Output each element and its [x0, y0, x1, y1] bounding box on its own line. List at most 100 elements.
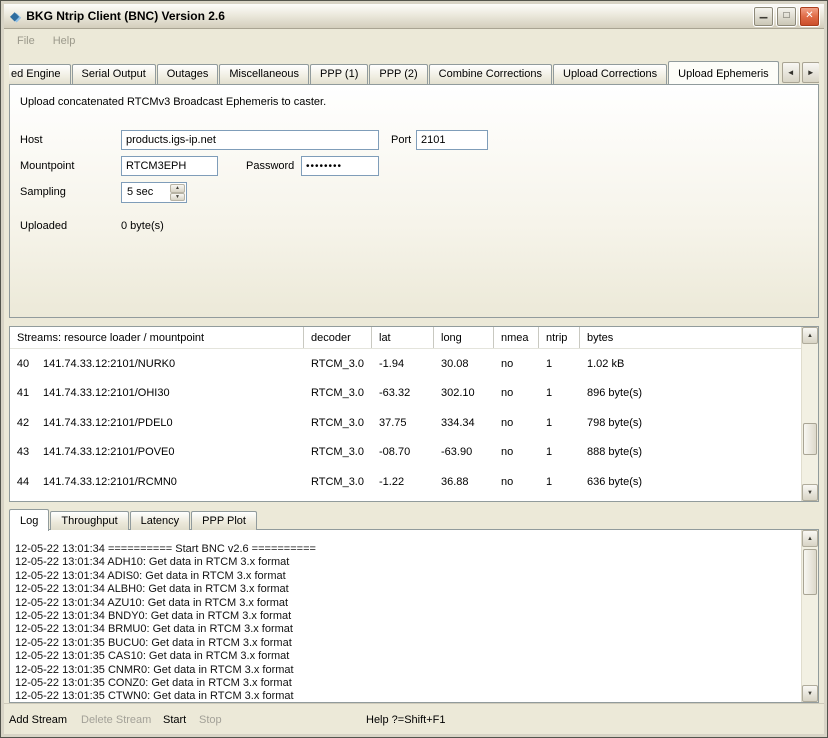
- cell-decoder: RTCM_3.0: [304, 387, 372, 399]
- table-row[interactable]: 42 141.74.33.12:2101/PDEL0 RTCM_3.0 37.7…: [10, 408, 801, 438]
- bottom-tab-bar: Log Throughput Latency PPP Plot: [9, 508, 258, 530]
- row-number: 44: [10, 476, 36, 488]
- col-header-long: long: [434, 327, 494, 348]
- scroll-up-icon[interactable]: ▲: [802, 327, 818, 344]
- row-number: 42: [10, 417, 36, 429]
- row-number: 43: [10, 446, 36, 458]
- cell-mountpoint: 141.74.33.12:2101/NURK0: [36, 358, 304, 370]
- delete-stream-button[interactable]: Delete Stream: [81, 714, 151, 726]
- tab-throughput[interactable]: Throughput: [50, 511, 128, 530]
- upload-ephemeris-panel: Upload concatenated RTCMv3 Broadcast Eph…: [9, 84, 819, 318]
- scroll-down-icon[interactable]: ▼: [802, 685, 818, 702]
- tab-feed-engine[interactable]: ed Engine: [9, 64, 71, 84]
- cell-bytes: 798 byte(s): [580, 417, 801, 429]
- tab-ppp-1[interactable]: PPP (1): [310, 64, 368, 84]
- table-row[interactable]: 41 141.74.33.12:2101/OHI30 RTCM_3.0 -63.…: [10, 379, 801, 409]
- start-button[interactable]: Start: [163, 714, 186, 726]
- cell-lat: -1.94: [372, 358, 434, 370]
- app-window: ◆ BKG Ntrip Client (BNC) Version 2.6 ▁ □…: [0, 0, 828, 738]
- streams-scrollbar[interactable]: ▲ ▼: [801, 327, 818, 501]
- menu-file[interactable]: File: [8, 33, 44, 49]
- col-header-nmea: nmea: [494, 327, 539, 348]
- password-input[interactable]: [301, 156, 379, 176]
- scroll-down-icon[interactable]: ▼: [802, 484, 818, 501]
- scroll-up-icon[interactable]: ▲: [802, 530, 818, 547]
- menu-bar: File Help: [4, 30, 824, 52]
- row-number: 41: [10, 387, 36, 399]
- tab-ppp-2[interactable]: PPP (2): [369, 64, 427, 84]
- tab-upload-corrections[interactable]: Upload Corrections: [553, 64, 667, 84]
- tab-latency[interactable]: Latency: [130, 511, 191, 530]
- maximize-button[interactable]: □: [776, 6, 797, 27]
- col-header-ntrip: ntrip: [539, 327, 580, 348]
- password-label: Password: [246, 160, 294, 172]
- cell-ntrip: 1: [539, 358, 580, 370]
- sampling-stepper[interactable]: 5 sec ▲ ▼: [121, 182, 187, 203]
- cell-ntrip: 1: [539, 417, 580, 429]
- cell-bytes: 896 byte(s): [580, 387, 801, 399]
- sampling-label: Sampling: [20, 186, 66, 198]
- log-line: 12-05-22 13:01:35 CNMR0: Get data in RTC…: [15, 664, 798, 677]
- mountpoint-input[interactable]: [121, 156, 218, 176]
- cell-lat: 37.75: [372, 417, 434, 429]
- title-bar: ◆ BKG Ntrip Client (BNC) Version 2.6 ▁ □…: [4, 4, 824, 29]
- tab-serial-output[interactable]: Serial Output: [72, 64, 156, 84]
- cell-decoder: RTCM_3.0: [304, 417, 372, 429]
- tab-outages[interactable]: Outages: [157, 64, 219, 84]
- tab-miscellaneous[interactable]: Miscellaneous: [219, 64, 309, 84]
- close-icon: ✕: [805, 11, 813, 21]
- minimize-button[interactable]: ▁: [753, 6, 774, 27]
- close-button[interactable]: ✕: [799, 6, 820, 27]
- col-header-lat: lat: [372, 327, 434, 348]
- col-header-mountpoint: Streams: resource loader / mountpoint: [10, 327, 304, 348]
- stop-button[interactable]: Stop: [199, 714, 222, 726]
- log-viewport[interactable]: 12-05-22 13:01:34 ========== Start BNC v…: [15, 543, 798, 701]
- host-input[interactable]: [121, 130, 379, 150]
- help-hint: Help ?=Shift+F1: [366, 714, 446, 726]
- table-row[interactable]: 40 141.74.33.12:2101/NURK0 RTCM_3.0 -1.9…: [10, 349, 801, 379]
- streams-table-body: Streams: resource loader / mountpoint de…: [10, 327, 801, 501]
- col-header-decoder: decoder: [304, 327, 372, 348]
- table-row[interactable]: 44 141.74.33.12:2101/RCMN0 RTCM_3.0 -1.2…: [10, 467, 801, 497]
- cell-mountpoint: 141.74.33.12:2101/PDEL0: [36, 417, 304, 429]
- stepper-up-button[interactable]: ▲: [170, 184, 185, 193]
- cell-long: 302.10: [434, 387, 494, 399]
- scrollbar-thumb[interactable]: [803, 549, 817, 595]
- cell-long: 334.34: [434, 417, 494, 429]
- chevron-left-icon: ◄: [787, 68, 795, 77]
- cell-long: 30.08: [434, 358, 494, 370]
- stepper-down-button[interactable]: ▼: [170, 193, 185, 202]
- tab-upload-ephemeris[interactable]: Upload Ephemeris: [668, 61, 779, 84]
- cell-long: -63.90: [434, 446, 494, 458]
- cell-nmea: no: [494, 358, 539, 370]
- log-line: 12-05-22 13:01:34 ========== Start BNC v…: [15, 543, 798, 556]
- chevron-right-icon: ►: [807, 68, 815, 77]
- tab-scroll-right-button[interactable]: ►: [802, 62, 819, 83]
- cell-decoder: RTCM_3.0: [304, 358, 372, 370]
- tab-ppp-plot[interactable]: PPP Plot: [191, 511, 257, 530]
- cell-bytes: 888 byte(s): [580, 446, 801, 458]
- log-line: 12-05-22 13:01:34 BRMU0: Get data in RTC…: [15, 623, 798, 636]
- tab-combine-corrections[interactable]: Combine Corrections: [429, 64, 552, 84]
- cell-mountpoint: 141.74.33.12:2101/OHI30: [36, 387, 304, 399]
- log-line: 12-05-22 13:01:34 AZU10: Get data in RTC…: [15, 597, 798, 610]
- log-line: 12-05-22 13:01:34 ALBH0: Get data in RTC…: [15, 583, 798, 596]
- host-label: Host: [20, 134, 43, 146]
- mountpoint-label: Mountpoint: [20, 160, 74, 172]
- log-line: 12-05-22 13:01:35 CTWN0: Get data in RTC…: [15, 690, 798, 701]
- log-line: 12-05-22 13:01:35 CAS10: Get data in RTC…: [15, 650, 798, 663]
- add-stream-button[interactable]: Add Stream: [9, 714, 67, 726]
- port-input[interactable]: [416, 130, 488, 150]
- log-panel: 12-05-22 13:01:34 ========== Start BNC v…: [9, 529, 819, 703]
- log-scrollbar[interactable]: ▲ ▼: [801, 530, 818, 702]
- cell-long: 36.88: [434, 476, 494, 488]
- scrollbar-thumb[interactable]: [803, 423, 817, 455]
- panel-description: Upload concatenated RTCMv3 Broadcast Eph…: [20, 96, 326, 108]
- table-row[interactable]: 43 141.74.33.12:2101/POVE0 RTCM_3.0 -08.…: [10, 438, 801, 468]
- menu-help[interactable]: Help: [44, 33, 85, 49]
- app-icon: ◆: [10, 10, 19, 22]
- tab-scroll-left-button[interactable]: ◄: [782, 62, 800, 83]
- cell-ntrip: 1: [539, 476, 580, 488]
- tab-log[interactable]: Log: [9, 509, 49, 531]
- cell-mountpoint: 141.74.33.12:2101/POVE0: [36, 446, 304, 458]
